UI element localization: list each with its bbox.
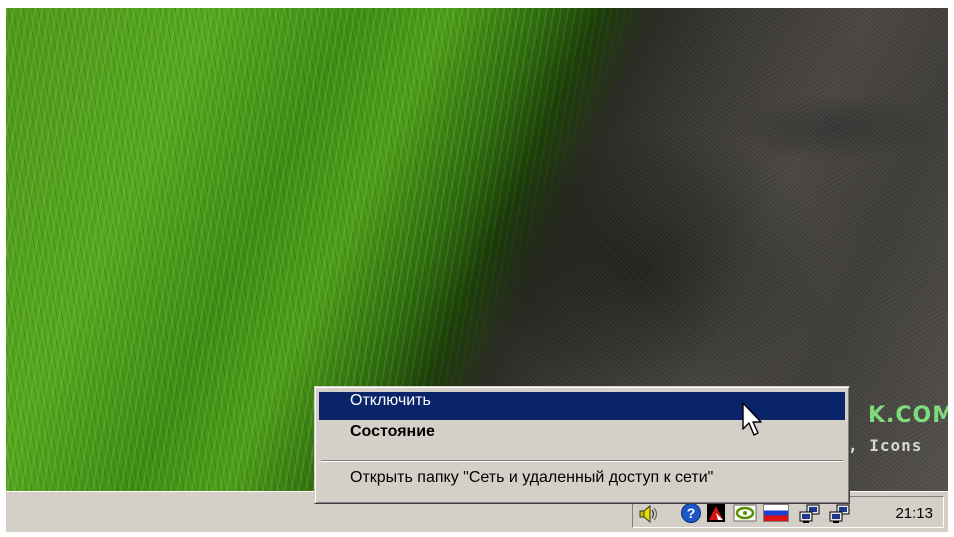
screenshot-frame: K.COM , Icons ? 21:13 Отключить Состояни… [0,0,954,537]
language-flag-icon[interactable] [763,504,789,522]
menu-item-disconnect[interactable]: Отключить [319,392,845,420]
speaker-icon[interactable] [639,504,658,524]
wallpaper-watermark-sub: , Icons [848,436,923,455]
menu-item-status[interactable]: Состояние [319,423,845,451]
mouse-pointer-icon [742,402,766,442]
wallpaper-watermark: K.COM [868,403,948,428]
context-menu: Отключить Состояние Открыть папку "Сеть … [314,386,850,504]
kaspersky-icon[interactable] [707,504,725,522]
taskbar-clock[interactable]: 21:13 [895,505,933,522]
network-connection-icon[interactable] [799,504,820,523]
network-connection-icon[interactable] [829,504,850,523]
menu-separator [321,460,843,462]
help-icon[interactable]: ? [681,503,701,523]
menu-item-open-network-folder[interactable]: Открыть папку "Сеть и удаленный доступ к… [319,469,845,497]
nvidia-icon[interactable] [733,504,757,522]
